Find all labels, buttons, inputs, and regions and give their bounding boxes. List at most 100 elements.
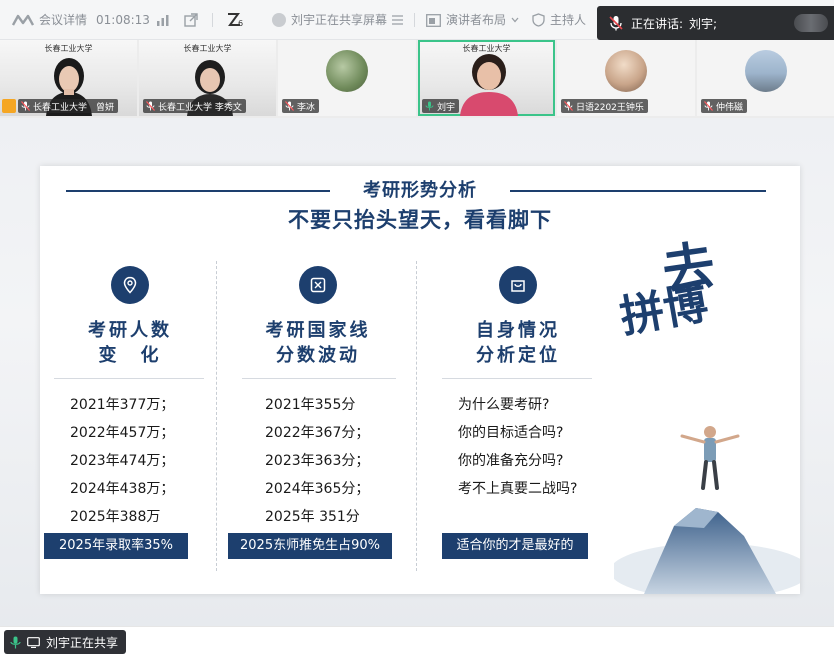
participant-school: 长春工业大学	[183, 44, 232, 53]
list-item: 2025年 351分	[265, 509, 360, 525]
list-item: 你的目标适合吗?	[458, 425, 564, 441]
participant-tile[interactable]: 长春工业大学 长春工业大学 李秀文	[139, 40, 276, 116]
participant-avatar	[744, 50, 787, 92]
participant-nameplate: 日语2202王钟乐	[561, 99, 648, 113]
speaking-label: 正在讲话:	[631, 16, 684, 31]
participant-tile-active[interactable]: 长春工业大学 刘宇	[418, 40, 555, 116]
blurred-avatar	[794, 14, 828, 32]
chevron-down-icon	[511, 17, 519, 23]
participant-tile[interactable]: 仲伟磁	[697, 40, 834, 116]
mic-muted-icon	[564, 101, 573, 111]
list-item: 考不上真要二战吗?	[458, 481, 578, 497]
participant-nameplate: 长春工业大学 曾妍	[18, 99, 119, 113]
column-tag: 适合你的才是最好的	[442, 533, 588, 559]
participant-name: 仲伟磁	[716, 102, 744, 113]
presenter-layout-menu[interactable]: 演讲者布局	[426, 12, 519, 28]
participant-tile[interactable]: 长春工业大学 长春工业大学 曾妍	[0, 40, 137, 116]
timer-text: 01:08:13	[96, 13, 150, 27]
shopping-bag-icon	[499, 266, 537, 304]
list-item: 2022年457万；	[70, 425, 175, 441]
column-tag: 2025东师推免生占90%	[228, 533, 392, 559]
location-pin-icon	[111, 266, 149, 304]
column-score-line: 考研国家线 分数波动 2021年355分 2022年367分； 2023年363…	[220, 258, 416, 576]
column-heading-line1: 考研国家线	[265, 320, 371, 341]
screen-share-icon	[27, 636, 40, 648]
mic-muted-icon	[285, 101, 294, 111]
mic-active-icon	[10, 636, 21, 648]
participant-name: 日语2202王钟乐	[576, 102, 644, 113]
participant-name: 刘宇	[437, 102, 456, 113]
meeting-timer: 01:08:13	[96, 12, 150, 28]
participant-name: 李冰	[297, 102, 316, 113]
list-item: 2024年365分；	[265, 481, 370, 497]
shared-screen-area: 考研形势分析 不要只抬头望天，看看脚下 考研人数 变 化 2021年377万； …	[0, 118, 834, 626]
layout-icon	[426, 13, 441, 27]
participant-name: 长春工业大学 曾妍	[33, 102, 115, 113]
participant-nameplate: 刘宇	[422, 99, 460, 113]
column-separator	[416, 261, 417, 571]
calligraphy-bottom: 拼博	[616, 277, 712, 344]
signal-strength-icon[interactable]	[156, 12, 170, 28]
mic-muted-icon	[146, 101, 155, 111]
presenter-layout-label: 演讲者布局	[446, 13, 507, 27]
annotation-tool-icon[interactable]: 6	[226, 12, 246, 28]
column-divider-line	[242, 378, 396, 379]
svg-text:6: 6	[238, 19, 243, 28]
climber-illustration	[614, 426, 800, 594]
column-heading-line2: 变 化	[98, 345, 162, 366]
meeting-info-label: 会议详情	[39, 13, 88, 27]
list-item: 2022年367分；	[265, 425, 370, 441]
column-separator	[216, 261, 217, 571]
participant-avatar	[605, 50, 647, 92]
speaking-name: 刘宇;	[689, 16, 718, 31]
list-item: 2024年438万；	[70, 481, 175, 497]
column-heading: 考研国家线 分数波动	[220, 318, 416, 368]
meeting-info-button[interactable]: 会议详情	[12, 12, 87, 28]
mic-active-icon	[425, 101, 434, 111]
slide-title: 考研形势分析	[363, 180, 477, 201]
participant-video	[460, 54, 518, 116]
column-heading-line1: 自身情况	[476, 320, 560, 341]
list-item: 2021年377万；	[70, 397, 175, 413]
slide-artwork: 去 拼博	[614, 226, 800, 594]
list-item: 你的准备充分吗?	[458, 453, 564, 469]
mic-muted-icon	[21, 101, 30, 111]
column-applicants: 考研人数 变 化 2021年377万； 2022年457万； 2023年474万…	[40, 258, 220, 576]
participant-nameplate: 长春工业大学 李秀文	[143, 99, 246, 113]
column-heading-line2: 分析定位	[476, 345, 560, 366]
sharing-status-menu[interactable]: 刘宇正在共享屏幕	[272, 12, 404, 28]
participant-avatar	[326, 50, 368, 92]
meeting-logo-icon	[12, 14, 34, 26]
list-item: 为什么要考研?	[458, 397, 550, 413]
list-item: 2023年474万；	[70, 453, 175, 469]
host-menu[interactable]: 主持人	[532, 12, 586, 28]
column-divider-line	[442, 378, 592, 379]
column-heading: 自身情况 分析定位	[420, 318, 616, 368]
column-list: 2021年355分 2022年367分； 2023年363分； 2024年365…	[220, 391, 416, 531]
column-heading-line1: 考研人数	[88, 320, 172, 341]
share-status-button[interactable]: 刘宇正在共享	[4, 630, 127, 654]
participant-tile[interactable]: 李冰	[278, 40, 416, 116]
column-self-analysis: 自身情况 分析定位 为什么要考研? 你的目标适合吗? 你的准备充分吗? 考不上真…	[420, 258, 616, 576]
column-heading-line2: 分数波动	[276, 345, 360, 366]
participant-name: 长春工业大学 李秀文	[158, 102, 242, 113]
shield-icon	[532, 13, 545, 27]
bottom-bar: 刘宇正在共享	[0, 626, 834, 657]
speaking-indicator: 正在讲话: 刘宇;	[597, 6, 834, 40]
sharing-status-text: 刘宇正在共享屏幕	[291, 13, 388, 27]
list-item: 2021年355分	[265, 397, 356, 413]
column-tag: 2025年录取率35%	[44, 533, 188, 559]
crosshair-box-icon	[299, 266, 337, 304]
host-badge-icon	[2, 99, 16, 113]
participant-tile[interactable]: 日语2202王钟乐	[557, 40, 695, 116]
list-item: 2025年388万	[70, 509, 161, 525]
popout-icon[interactable]	[184, 12, 198, 28]
participant-nameplate: 李冰	[282, 99, 320, 113]
menu-lines-icon	[392, 15, 404, 25]
column-divider-line	[54, 378, 204, 379]
microphone-icon	[609, 16, 623, 31]
column-list: 为什么要考研? 你的目标适合吗? 你的准备充分吗? 考不上真要二战吗?	[420, 391, 616, 503]
host-label: 主持人	[550, 13, 587, 27]
participant-strip: 长春工业大学 长春工业大学 曾妍 长春工业大学 长春工业大学 李秀文 李冰 长春…	[0, 40, 834, 118]
share-status-text: 刘宇正在共享	[46, 635, 119, 650]
